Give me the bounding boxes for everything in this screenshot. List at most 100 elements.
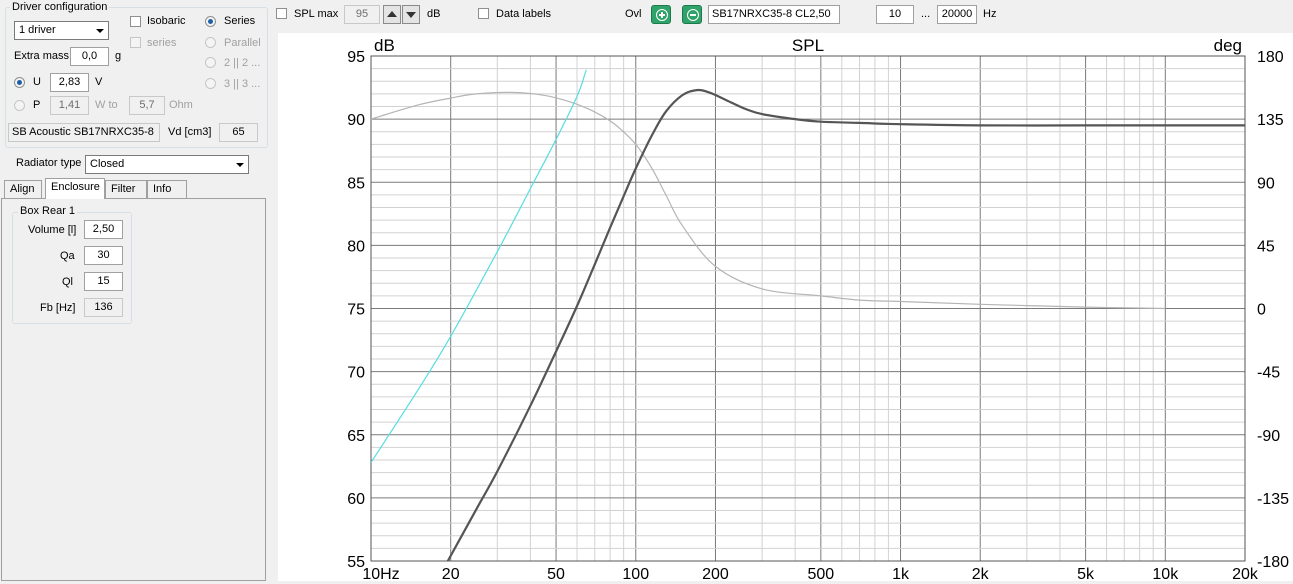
chart-title: SPL: [792, 36, 824, 55]
three-parallel-radio[interactable]: [205, 78, 216, 89]
spl-max-input[interactable]: 95: [344, 5, 380, 24]
ql-label: Ql: [62, 276, 73, 288]
drivers-select-value: 1 driver: [19, 24, 56, 36]
y2-tick-label: -45: [1257, 365, 1280, 382]
voltage-unit: V: [95, 76, 103, 88]
y-axis-label: dB: [374, 36, 395, 55]
radiator-type-select[interactable]: Closed: [85, 155, 249, 174]
y-tick-label: 90: [347, 112, 365, 129]
volume-label: Volume [l]: [28, 224, 77, 236]
spl-max-label: SPL max: [294, 8, 339, 20]
y-tick-label: 75: [347, 302, 365, 319]
x-tick-label: 10k: [1152, 566, 1179, 581]
y2-tick-label: -135: [1257, 491, 1289, 508]
spl-curve: [446, 88, 1245, 561]
arrow-up-icon: [387, 11, 397, 17]
driver-configuration-title: Driver configuration: [10, 1, 110, 13]
x-tick-label: 10Hz: [362, 566, 399, 581]
data-labels-label: Data labels: [496, 8, 552, 20]
spl-max-checkbox[interactable]: [276, 8, 287, 19]
x-tick-label: 5k: [1077, 566, 1095, 581]
w-to-label: W to: [95, 99, 118, 111]
freq-max-input[interactable]: 20000: [937, 5, 977, 24]
data-labels-checkbox[interactable]: [478, 8, 489, 19]
two-parallel-radio[interactable]: [205, 57, 216, 68]
isobaric-series-checkbox[interactable]: [130, 37, 141, 48]
voltage-label: U: [33, 76, 41, 88]
chevron-down-icon: [96, 29, 104, 33]
x-tick-label: 100: [622, 566, 649, 581]
y2-tick-label: 180: [1257, 49, 1284, 66]
x-tick-label: 20k: [1232, 566, 1259, 581]
box-rear-title: Box Rear 1: [18, 205, 78, 217]
x-tick-label: 1k: [892, 566, 910, 581]
two-parallel-label: 2 || 2 ...: [224, 57, 261, 69]
y2-tick-label: 0: [1257, 302, 1266, 319]
minus-icon-h: [690, 14, 696, 16]
freq-range-separator: ...: [921, 8, 931, 20]
power-input[interactable]: 1,41: [50, 96, 89, 115]
series-radio[interactable]: [205, 16, 216, 27]
power-radio[interactable]: [14, 100, 25, 111]
chevron-down-icon: [236, 163, 244, 167]
extra-mass-unit: g: [115, 50, 122, 62]
x-tick-label: 50: [547, 566, 565, 581]
y2-tick-label: 135: [1257, 112, 1284, 129]
x-tick-label: 2k: [972, 566, 990, 581]
y2-tick-label: -180: [1257, 554, 1289, 571]
db-label: dB: [427, 8, 441, 20]
parallel-radio[interactable]: [205, 37, 216, 48]
freq-min-input[interactable]: 10: [876, 5, 914, 24]
y-tick-label: 80: [347, 238, 365, 255]
three-parallel-label: 3 || 3 ...: [224, 78, 261, 90]
spl-chart: 95908580757065605518013590450-45-90-135-…: [347, 36, 1289, 583]
y2-tick-label: 90: [1257, 175, 1275, 192]
volume-input[interactable]: 2,50: [84, 220, 123, 239]
y-tick-label: 60: [347, 491, 365, 508]
y-tick-label: 85: [347, 175, 365, 192]
fb-field: 136: [84, 298, 123, 317]
vd-field: 65: [219, 123, 258, 142]
series-label: Series: [224, 15, 256, 27]
voltage-radio[interactable]: [14, 77, 25, 88]
impedance-input[interactable]: 5,7: [129, 96, 165, 115]
y2-tick-label: 45: [1257, 238, 1275, 255]
spl-max-up-button[interactable]: [383, 5, 401, 24]
y2-axis-label: deg: [1214, 36, 1242, 55]
vd-label: Vd [cm3]: [168, 126, 212, 138]
drivers-select[interactable]: 1 driver: [14, 21, 109, 40]
radiator-type-label: Radiator type: [16, 157, 82, 169]
y-tick-label: 70: [347, 365, 365, 382]
power-label: P: [33, 99, 41, 111]
plus-icon-v: [661, 12, 663, 18]
ql-input[interactable]: 15: [84, 272, 123, 291]
driver-name-field: SB Acoustic SB17NRXC35-8: [8, 123, 160, 142]
radiator-type-value: Closed: [90, 158, 125, 170]
tab-enclosure[interactable]: Enclosure: [45, 178, 105, 199]
isobaric-series-label: series: [147, 37, 177, 49]
tab-info[interactable]: Info: [147, 180, 187, 198]
isobaric-checkbox[interactable]: [130, 16, 141, 27]
fb-label: Fb [Hz]: [40, 302, 76, 314]
hz-label: Hz: [983, 8, 997, 20]
overlay-curve: [371, 69, 587, 463]
x-tick-label: 200: [702, 566, 729, 581]
arrow-down-icon: [406, 12, 416, 18]
remove-overlay-button[interactable]: [682, 5, 702, 24]
tab-align[interactable]: Align: [4, 180, 42, 198]
qa-input[interactable]: 30: [84, 246, 123, 265]
y2-tick-label: -90: [1257, 428, 1280, 445]
extra-mass-input[interactable]: 0,0: [70, 47, 109, 66]
ohm-unit: Ohm: [169, 99, 193, 111]
y-tick-label: 95: [347, 49, 365, 66]
voltage-input[interactable]: 2,83: [50, 73, 89, 92]
extra-mass-label: Extra mass: [14, 50, 70, 62]
tab-filter[interactable]: Filter: [105, 180, 147, 198]
isobaric-label: Isobaric: [147, 15, 186, 27]
spl-chart-panel: 95 90 85 80 75 70 65 60 55 180 135 90 45 0 -45 -90 -135-…: [278, 33, 1293, 583]
y-tick-label: 65: [347, 428, 365, 445]
spl-max-down-button[interactable]: [402, 5, 420, 24]
add-overlay-button[interactable]: [651, 5, 671, 24]
x-tick-label: 20: [442, 566, 460, 581]
overlay-name-field[interactable]: SB17NRXC35-8 CL2,50: [708, 5, 840, 24]
